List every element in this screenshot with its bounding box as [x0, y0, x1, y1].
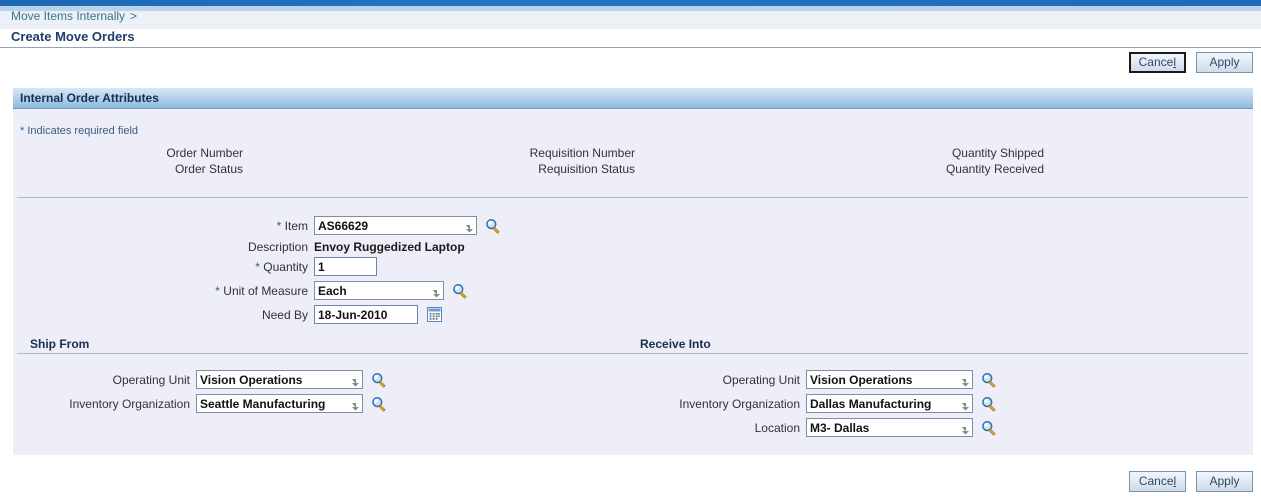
internal-order-attributes-header: Internal Order Attributes: [13, 88, 1253, 109]
ship-from-inventory-organization-label: Inventory Organization: [69, 396, 190, 411]
breadcrumb: Move Items Internally >: [11, 9, 137, 23]
item-input[interactable]: [314, 216, 477, 235]
receive-into-inventory-organization-label: Inventory Organization: [679, 396, 800, 411]
ship-from-operating-unit-label: Operating Unit: [112, 372, 190, 387]
receive-into-location-magnifier-icon[interactable]: [981, 420, 997, 436]
receive-into-operating-unit-input-wrap: [806, 370, 973, 389]
ship-from-operating-unit-input[interactable]: [196, 370, 363, 389]
breadcrumb-link-move-items-internally[interactable]: Move Items Internally: [11, 9, 125, 23]
cancel-button-bottom-prefix: Cance: [1138, 474, 1174, 488]
top-action-bar: Cancel Apply: [1128, 52, 1253, 73]
need-by-calendar-icon[interactable]: [427, 307, 442, 322]
unit-of-measure-input[interactable]: [314, 281, 444, 300]
description-label: Description: [247, 240, 308, 254]
unit-of-measure-field-row: * Unit of Measure: [13, 281, 468, 300]
receive-into-title: Receive Into: [640, 337, 711, 351]
apply-button-top[interactable]: Apply: [1196, 52, 1253, 73]
page-title: Create Move Orders: [11, 29, 135, 44]
required-field-note: * Indicates required field: [20, 125, 139, 137]
ship-from-inventory-organization-magnifier-icon[interactable]: [371, 396, 387, 412]
quantity-received-label: Quantity Received: [945, 162, 1044, 176]
breadcrumb-background: [0, 11, 1261, 29]
bottom-action-bar: Cancel Apply: [1129, 471, 1253, 492]
cancel-button-top-accesskey: l: [1173, 55, 1176, 69]
receive-into-inventory-organization-row: Inventory Organization: [623, 394, 997, 413]
quantity-shipped-label: Quantity Shipped: [951, 146, 1044, 160]
receive-into-location-row: Location: [623, 418, 997, 437]
ship-from-inventory-organization-input-wrap: [196, 394, 363, 413]
need-by-field-row: Need By: [13, 305, 442, 324]
item-magnifier-icon[interactable]: [485, 218, 501, 234]
receive-into-location-input-wrap: [806, 418, 973, 437]
quantity-input[interactable]: [314, 257, 377, 276]
cancel-button-top-prefix: Cance: [1138, 55, 1174, 69]
requisition-status-label: Requisition Status: [538, 162, 635, 176]
receive-into-inventory-organization-input[interactable]: [806, 394, 973, 413]
unit-of-measure-required-marker: *: [215, 283, 220, 298]
quantity-label-text: Quantity: [263, 259, 308, 274]
receive-into-operating-unit-input[interactable]: [806, 370, 973, 389]
item-field-row: * Item: [13, 216, 501, 235]
ship-from-inventory-organization-row: Inventory Organization: [13, 394, 387, 413]
ship-from-operating-unit-input-wrap: [196, 370, 363, 389]
unit-of-measure-label: * Unit of Measure: [13, 284, 314, 298]
receive-into-section: Receive Into: [627, 337, 1248, 354]
receive-into-inventory-organization-input-wrap: [806, 394, 973, 413]
receive-into-rule: [627, 353, 1248, 354]
item-label-text: Item: [284, 218, 308, 233]
cancel-button-top[interactable]: Cancel: [1128, 52, 1186, 73]
item-required-marker: *: [276, 218, 282, 233]
ship-from-inventory-organization-input[interactable]: [196, 394, 363, 413]
item-label: * Item: [13, 219, 314, 233]
quantity-label: * Quantity: [13, 260, 314, 274]
order-status-label: Order Status: [174, 162, 243, 176]
receive-into-inventory-organization-magnifier-icon[interactable]: [981, 396, 997, 412]
description-field-row: Description Envoy Ruggedized Laptop: [13, 240, 465, 254]
receive-into-operating-unit-label: Operating Unit: [722, 372, 800, 387]
quantity-field-row: * Quantity: [13, 257, 377, 276]
section-divider: [17, 197, 1248, 198]
requisition-number-label: Requisition Number: [529, 146, 635, 160]
quantity-required-marker: *: [255, 259, 260, 274]
page-title-rule: [0, 47, 1261, 48]
breadcrumb-separator: >: [130, 9, 138, 23]
unit-of-measure-input-wrap: [314, 281, 444, 300]
apply-button-bottom[interactable]: Apply: [1196, 471, 1253, 492]
ship-from-operating-unit-magnifier-icon[interactable]: [371, 372, 387, 388]
need-by-input[interactable]: [314, 305, 418, 324]
need-by-label: Need By: [261, 307, 308, 322]
region-title: Internal Order Attributes: [20, 91, 159, 105]
ship-from-operating-unit-row: Operating Unit: [13, 370, 387, 389]
receive-into-location-label: Location: [754, 420, 800, 435]
internal-order-attributes-panel: * Indicates required field Order Number …: [13, 109, 1253, 455]
receive-into-operating-unit-row: Operating Unit: [623, 370, 997, 389]
receive-into-operating-unit-magnifier-icon[interactable]: [981, 372, 997, 388]
description-value: Envoy Ruggedized Laptop: [314, 240, 465, 254]
cancel-button-bottom[interactable]: Cancel: [1129, 471, 1186, 492]
receive-into-location-input[interactable]: [806, 418, 973, 437]
unit-of-measure-label-text: Unit of Measure: [223, 283, 308, 298]
cancel-button-bottom-accesskey: l: [1173, 474, 1177, 488]
item-input-wrap: [314, 216, 477, 235]
order-number-label: Order Number: [166, 146, 243, 160]
unit-of-measure-magnifier-icon[interactable]: [452, 283, 468, 299]
